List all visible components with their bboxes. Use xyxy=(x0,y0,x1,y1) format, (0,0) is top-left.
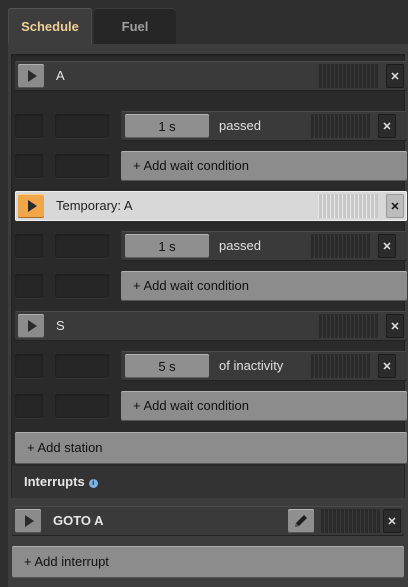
drag-handle-icon[interactable] xyxy=(318,314,378,338)
condition-value-button[interactable]: 1 s xyxy=(125,234,209,258)
empty-slot xyxy=(55,354,109,378)
drag-handle-icon[interactable] xyxy=(318,64,378,88)
play-icon xyxy=(24,515,34,527)
remove-condition-button[interactable]: ✕ xyxy=(378,354,396,378)
empty-slot xyxy=(15,154,43,178)
station-name: S xyxy=(56,318,65,333)
empty-slot xyxy=(15,274,43,298)
interrupts-title: Interrupts xyxy=(24,474,85,489)
play-icon xyxy=(27,200,37,212)
pencil-icon xyxy=(295,515,307,527)
tab-schedule[interactable]: Schedule xyxy=(8,8,92,44)
add-station-button[interactable]: + Add station xyxy=(15,432,407,464)
wait-condition-row[interactable]: 1 s passed ✕ xyxy=(121,231,407,261)
add-wait-condition-button[interactable]: + Add wait condition xyxy=(121,151,407,181)
close-icon: ✕ xyxy=(390,320,400,333)
play-button[interactable] xyxy=(15,509,41,533)
drag-handle-icon[interactable] xyxy=(310,234,370,258)
interrupt-row[interactable]: GOTO A ✕ xyxy=(12,506,404,536)
wait-condition-row[interactable]: 1 s passed ✕ xyxy=(121,111,407,141)
station-row-temporary[interactable]: Temporary: A ✕ xyxy=(15,191,407,221)
remove-condition-button[interactable]: ✕ xyxy=(378,234,396,258)
drag-handle-icon[interactable] xyxy=(318,194,378,218)
drag-handle-icon[interactable] xyxy=(320,509,380,533)
interrupt-name: GOTO A xyxy=(53,513,104,528)
remove-condition-button[interactable]: ✕ xyxy=(378,114,396,138)
add-interrupt-button[interactable]: + Add interrupt xyxy=(12,546,404,578)
condition-value-button[interactable]: 1 s xyxy=(125,114,209,138)
drag-handle-icon[interactable] xyxy=(310,354,370,378)
play-button[interactable] xyxy=(18,194,44,218)
drag-handle-icon[interactable] xyxy=(310,114,370,138)
empty-slot xyxy=(55,234,109,258)
empty-slot xyxy=(15,394,43,418)
close-icon: ✕ xyxy=(390,200,400,213)
schedule-panel: A ✕ 1 s passed ✕ + Add wait condition Te… xyxy=(8,44,408,587)
empty-slot xyxy=(55,274,109,298)
play-icon xyxy=(27,320,37,332)
tab-bar: Schedule Fuel xyxy=(0,0,408,44)
empty-slot xyxy=(55,114,109,138)
close-icon: ✕ xyxy=(382,240,392,253)
empty-slot xyxy=(15,234,43,258)
condition-label: passed xyxy=(219,238,261,253)
condition-value-button[interactable]: 5 s xyxy=(125,354,209,378)
station-name: A xyxy=(56,68,65,83)
close-icon: ✕ xyxy=(382,360,392,373)
empty-slot xyxy=(15,354,43,378)
empty-slot xyxy=(55,154,109,178)
schedule-list: A ✕ 1 s passed ✕ + Add wait condition Te… xyxy=(11,54,407,498)
condition-label: of inactivity xyxy=(219,358,284,373)
interrupts-header: Interrupts i xyxy=(12,466,404,498)
empty-slot xyxy=(55,394,109,418)
tab-fuel[interactable]: Fuel xyxy=(94,8,176,44)
close-icon: ✕ xyxy=(390,70,400,83)
wait-condition-row[interactable]: 5 s of inactivity ✕ xyxy=(121,351,407,381)
station-row[interactable]: A ✕ xyxy=(15,61,407,91)
remove-station-button[interactable]: ✕ xyxy=(386,194,404,218)
empty-slot xyxy=(15,114,43,138)
play-icon xyxy=(27,70,37,82)
station-name: Temporary: A xyxy=(56,198,133,213)
station-row[interactable]: S ✕ xyxy=(15,311,407,341)
close-icon: ✕ xyxy=(382,120,392,133)
condition-label: passed xyxy=(219,118,261,133)
remove-station-button[interactable]: ✕ xyxy=(386,64,404,88)
info-icon[interactable]: i xyxy=(88,479,98,488)
play-button[interactable] xyxy=(18,314,44,338)
add-wait-condition-button[interactable]: + Add wait condition xyxy=(121,391,407,421)
play-button[interactable] xyxy=(18,64,44,88)
edit-interrupt-button[interactable] xyxy=(288,509,314,533)
remove-station-button[interactable]: ✕ xyxy=(386,314,404,338)
close-icon: ✕ xyxy=(387,515,397,528)
add-wait-condition-button[interactable]: + Add wait condition xyxy=(121,271,407,301)
remove-interrupt-button[interactable]: ✕ xyxy=(383,509,401,533)
